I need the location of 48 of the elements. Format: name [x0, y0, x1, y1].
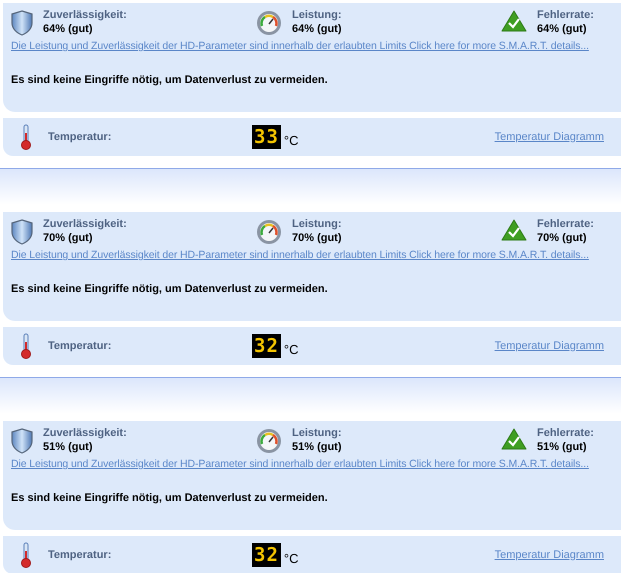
temperature-display: 33 — [252, 125, 281, 149]
metric-value: 51% (gut) — [43, 440, 94, 454]
metric-label: Leistung: — [292, 217, 342, 231]
temperature-display: 32 — [252, 543, 281, 567]
metric-value: 51% (gut) — [537, 440, 588, 454]
temperature-display: 32 — [252, 334, 281, 358]
shield-icon — [11, 10, 33, 36]
metric-label: Zuverlässigkeit: — [43, 426, 127, 440]
check-triangle-icon — [501, 428, 527, 450]
metric-label: Fehlerrate: — [537, 426, 594, 440]
check-triangle-icon — [501, 10, 527, 32]
gauge-icon — [256, 10, 282, 36]
metric-value: 64% (gut) — [537, 22, 588, 36]
gauge-icon — [256, 219, 282, 245]
thermometer-icon — [20, 124, 32, 150]
status-message: Es sind keine Eingriffe nötig, um Datenverlust zu vermeiden. — [11, 490, 329, 506]
metric-label: Zuverlässigkeit: — [43, 217, 127, 231]
smart-details-link[interactable]: Die Leistung und Zuverlässigkeit der HD-Parameter sind innerhalb der erlaubten Limits Click here for more S.M.A.R.T. details... — [11, 248, 617, 264]
temperature-label: Temperatur: — [48, 130, 112, 145]
status-message: Es sind keine Eingriffe nötig, um Datenverlust zu vermeiden. — [11, 72, 329, 88]
temperature-diagram-link[interactable]: Temperatur Diagramm — [494, 546, 604, 564]
temperature-diagram-link[interactable]: Temperatur Diagramm — [494, 128, 604, 146]
metric-value: 70% (gut) — [292, 231, 342, 245]
temperature-unit: °C — [284, 132, 298, 150]
thermometer-icon — [20, 333, 32, 359]
temperature-label: Temperatur: — [48, 338, 112, 354]
metric-value: 70% (gut) — [43, 231, 94, 245]
shield-icon — [11, 219, 33, 245]
smart-details-link[interactable]: Die Leistung und Zuverlässigkeit der HD-Parameter sind innerhalb der erlaubten Limits Click here for more S.M.A.R.T. details... — [11, 457, 617, 473]
metric-value: 51% (gut) — [292, 440, 342, 454]
temperature-label: Temperatur: — [48, 548, 112, 563]
metric-value: 64% (gut) — [292, 22, 342, 36]
thermometer-icon — [20, 542, 32, 568]
metric-value: 70% (gut) — [537, 231, 588, 245]
status-message: Es sind keine Eingriffe nötig, um Datenverlust zu vermeiden. — [11, 282, 329, 297]
metric-label: Zuverlässigkeit: — [43, 8, 127, 22]
shield-icon — [11, 428, 33, 454]
temperature-diagram-link[interactable]: Temperatur Diagramm — [494, 338, 604, 354]
check-triangle-icon — [501, 219, 527, 241]
metric-label: Fehlerrate: — [537, 8, 594, 22]
smart-details-link[interactable]: Die Leistung und Zuverlässigkeit der HD-Parameter sind innerhalb der erlaubten Limits Click here for more S.M.A.R.T. details... — [11, 39, 617, 55]
temperature-unit: °C — [284, 341, 298, 360]
temperature-unit: °C — [284, 550, 298, 568]
metric-label: Leistung: — [292, 426, 342, 440]
metric-value: 64% (gut) — [43, 22, 94, 36]
metric-label: Fehlerrate: — [537, 217, 594, 231]
metric-label: Leistung: — [292, 8, 342, 22]
gauge-icon — [256, 428, 282, 454]
